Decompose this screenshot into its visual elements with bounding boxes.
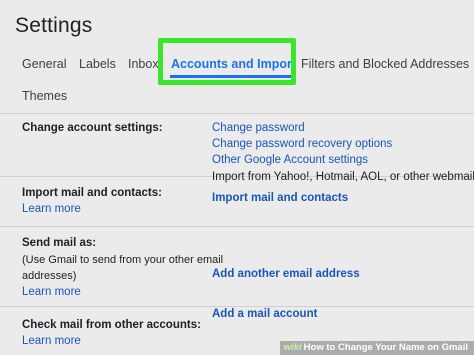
tab-inbox[interactable]: Inbox <box>128 57 159 71</box>
wikihow-logo: wiki <box>283 342 302 353</box>
send-mail-description-line1: (Use Gmail to send from your other email <box>22 254 224 266</box>
change-account-settings-label: Change account settings: <box>22 122 163 134</box>
tab-general[interactable]: General <box>22 57 66 71</box>
tab-filters-and-blocked-addresses[interactable]: Filters and Blocked Addresses <box>301 57 469 71</box>
section-divider-2 <box>0 226 474 227</box>
import-mail-and-contacts-link[interactable]: Import mail and contacts <box>212 192 348 204</box>
add-a-mail-account-link[interactable]: Add a mail account <box>212 308 317 320</box>
import-description: Import from Yahoo!, Hotmail, AOL, or oth… <box>212 171 474 183</box>
tabs-divider <box>0 113 474 114</box>
tab-labels[interactable]: Labels <box>79 57 116 71</box>
watermark-text: How to Change Your Name on Gmail <box>303 342 468 353</box>
change-password-recovery-link[interactable]: Change password recovery options <box>212 138 392 150</box>
send-mail-as-label: Send mail as: <box>22 237 97 249</box>
check-mail-learn-more-link[interactable]: Learn more <box>22 335 81 347</box>
section-divider-3 <box>0 306 474 307</box>
other-google-account-settings-link[interactable]: Other Google Account settings <box>212 154 368 166</box>
send-mail-learn-more-link[interactable]: Learn more <box>22 286 81 298</box>
change-password-link[interactable]: Change password <box>212 122 305 134</box>
add-another-email-address-link[interactable]: Add another email address <box>212 268 360 280</box>
tab-themes[interactable]: Themes <box>22 89 67 103</box>
import-mail-label: Import mail and contacts: <box>22 187 162 199</box>
wikihow-watermark: wiki How to Change Your Name on Gmail <box>279 341 474 355</box>
check-mail-label: Check mail from other accounts: <box>22 319 201 331</box>
send-mail-description-line2: addresses) <box>22 270 77 282</box>
page-title: Settings <box>15 14 93 37</box>
import-learn-more-link[interactable]: Learn more <box>22 203 81 215</box>
tab-highlight-annotation <box>158 38 296 85</box>
